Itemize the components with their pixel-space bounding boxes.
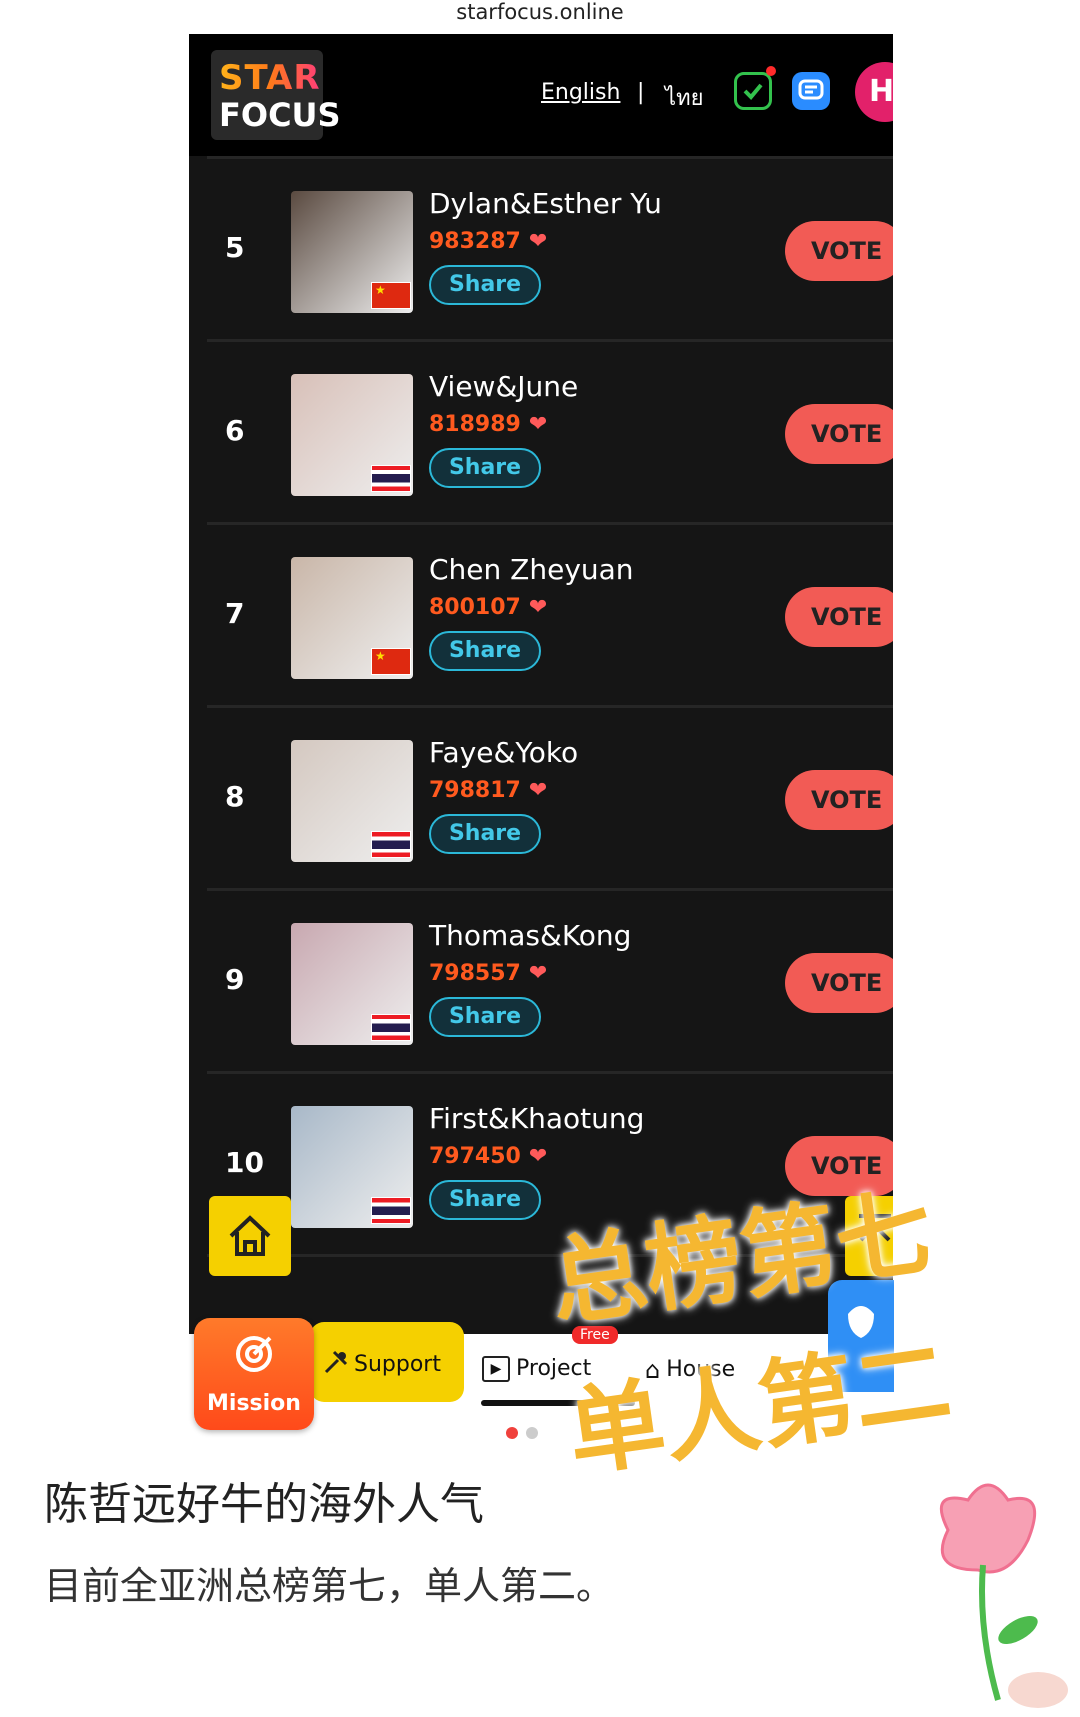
heart-icon: ❤ bbox=[528, 595, 548, 620]
vote-count-value: 800107 bbox=[429, 595, 521, 620]
mission-button[interactable]: Mission bbox=[194, 1318, 314, 1430]
page-url: starfocus.online bbox=[456, 0, 624, 24]
share-button[interactable]: Share bbox=[429, 814, 541, 854]
ranking-row: 8 Faye&Yoko 798817 ❤ Share VOTE bbox=[207, 708, 893, 891]
china-flag-icon: ★ bbox=[371, 282, 411, 309]
home-float-button[interactable] bbox=[209, 1196, 291, 1276]
thailand-flag-icon bbox=[371, 831, 411, 858]
flower-sticker-icon bbox=[939, 1483, 1068, 1708]
user-avatar[interactable]: H bbox=[855, 62, 893, 122]
heart-icon: ❤ bbox=[528, 961, 548, 986]
rank-number: 8 bbox=[225, 780, 245, 813]
starfocus-logo[interactable]: STAR FOCUS bbox=[211, 50, 341, 140]
thailand-flag-icon bbox=[371, 465, 411, 492]
vote-count-value: 797450 bbox=[429, 1144, 521, 1169]
artist-name: First&Khaotung bbox=[429, 1102, 645, 1135]
tab-support-label: Support bbox=[354, 1352, 441, 1377]
vote-count: 798557 ❤ bbox=[429, 961, 547, 986]
vote-count-value: 983287 bbox=[429, 229, 521, 254]
logo-focus-text: FOCUS bbox=[219, 96, 341, 134]
lang-separator: | bbox=[637, 80, 645, 105]
vote-button[interactable]: VOTE bbox=[785, 587, 893, 647]
share-button[interactable]: Share bbox=[429, 448, 541, 488]
message-icon[interactable] bbox=[792, 72, 830, 110]
vote-count-value: 798817 bbox=[429, 778, 521, 803]
artist-photo[interactable] bbox=[291, 374, 413, 496]
artist-photo[interactable]: ★ bbox=[291, 191, 413, 313]
share-button[interactable]: Share bbox=[429, 631, 541, 671]
logo-star-text: STAR bbox=[219, 58, 321, 98]
vote-count: 818989 ❤ bbox=[429, 412, 547, 437]
share-button[interactable]: Share bbox=[429, 1180, 541, 1220]
post-body: 目前全亚洲总榜第七，单人第二。 bbox=[44, 1564, 615, 1608]
vote-count: 800107 ❤ bbox=[429, 595, 547, 620]
vote-count: 798817 ❤ bbox=[429, 778, 547, 803]
artist-name: Dylan&Esther Yu bbox=[429, 187, 662, 220]
ranking-row: 9 Thomas&Kong 798557 ❤ Share VOTE bbox=[207, 891, 893, 1074]
vote-count: 983287 ❤ bbox=[429, 229, 547, 254]
post-title: 陈哲远好牛的海外人气 bbox=[44, 1479, 484, 1530]
play-icon: ▶ bbox=[482, 1356, 510, 1382]
rank-number: 10 bbox=[225, 1146, 264, 1179]
thailand-flag-icon bbox=[371, 1014, 411, 1041]
lang-english-link[interactable]: English bbox=[541, 80, 620, 105]
artist-photo[interactable]: ★ bbox=[291, 557, 413, 679]
ranking-row: 5 ★ Dylan&Esther Yu 983287 ❤ Share VOTE bbox=[207, 159, 893, 342]
tab-support[interactable]: Support bbox=[310, 1322, 464, 1402]
artist-photo[interactable] bbox=[291, 740, 413, 862]
vote-button[interactable]: VOTE bbox=[785, 404, 893, 464]
heart-icon: ❤ bbox=[528, 778, 548, 803]
lang-thai-link[interactable]: ไทย bbox=[665, 80, 703, 115]
notification-dot bbox=[766, 66, 776, 76]
rank-number: 5 bbox=[225, 231, 245, 264]
china-flag-icon: ★ bbox=[371, 648, 411, 675]
artist-name: View&June bbox=[429, 370, 579, 403]
rank-number: 7 bbox=[225, 597, 245, 630]
mission-label: Mission bbox=[207, 1391, 301, 1416]
vote-button[interactable]: VOTE bbox=[785, 953, 893, 1013]
artist-name: Faye&Yoko bbox=[429, 736, 579, 769]
artist-photo[interactable] bbox=[291, 923, 413, 1045]
heart-icon: ❤ bbox=[528, 1144, 548, 1169]
artist-name: Chen Zheyuan bbox=[429, 553, 634, 586]
heart-icon: ❤ bbox=[528, 229, 548, 254]
ranking-row: 6 View&June 818989 ❤ Share VOTE bbox=[207, 342, 893, 525]
ranking-list: 41057389❤ShareVOTE5★Dylan&Esther Yu98328… bbox=[207, 34, 893, 1257]
ranking-row: 7 ★ Chen Zheyuan 800107 ❤ Share VOTE bbox=[207, 525, 893, 708]
rank-number: 9 bbox=[225, 963, 245, 996]
carousel-dots bbox=[506, 1424, 546, 1443]
artist-photo[interactable] bbox=[291, 1106, 413, 1228]
artist-name: Thomas&Kong bbox=[429, 919, 632, 952]
daily-checkin-icon[interactable] bbox=[734, 66, 776, 110]
app-header: STAR FOCUS English | ไทย H bbox=[189, 34, 893, 156]
vote-count: 797450 ❤ bbox=[429, 1144, 547, 1169]
share-button[interactable]: Share bbox=[429, 997, 541, 1037]
heart-icon: ❤ bbox=[528, 412, 548, 437]
vote-button[interactable]: VOTE bbox=[785, 770, 893, 830]
vote-count-value: 818989 bbox=[429, 412, 521, 437]
vote-count-value: 798557 bbox=[429, 961, 521, 986]
vote-button[interactable]: VOTE bbox=[785, 221, 893, 281]
thailand-flag-icon bbox=[371, 1197, 411, 1224]
share-button[interactable]: Share bbox=[429, 265, 541, 305]
carousel-dot-active[interactable] bbox=[506, 1427, 518, 1439]
rank-number: 6 bbox=[225, 414, 245, 447]
carousel-dot[interactable] bbox=[526, 1427, 538, 1439]
